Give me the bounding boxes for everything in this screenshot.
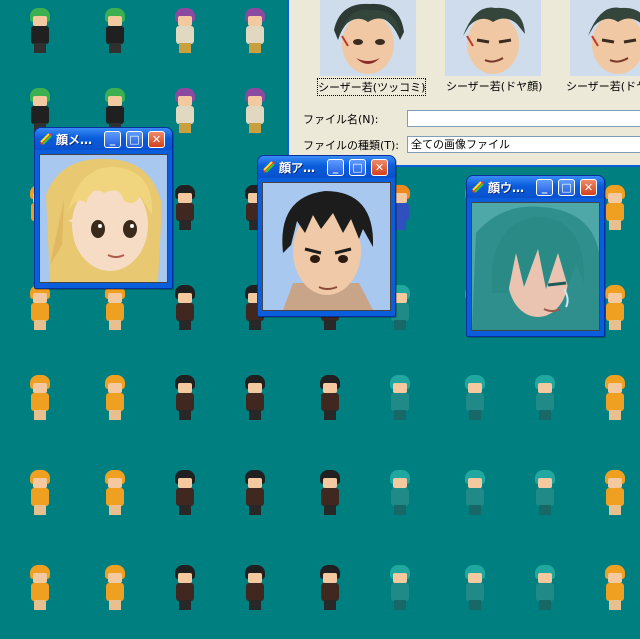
close-button[interactable]: ✕ — [148, 131, 165, 148]
character-sprite — [171, 8, 199, 54]
maximize-button[interactable]: □ — [349, 159, 366, 176]
dark-hair-man-face-image — [263, 183, 390, 310]
filename-label: ファイル名(N): — [303, 113, 379, 126]
character-sprite — [241, 88, 269, 134]
thumbnail-label-1[interactable]: シーザー若(ツッコミ) — [317, 78, 427, 96]
character-sprite — [531, 375, 559, 421]
character-sprite — [461, 375, 489, 421]
face-thumbnail-image — [570, 0, 640, 76]
titlebar[interactable]: 顔ア… _ □ ✕ — [258, 156, 395, 178]
character-sprite — [241, 375, 269, 421]
character-sprite — [101, 565, 129, 611]
blonde-girl-face-image — [40, 155, 167, 282]
window-title: 顔ウ… — [488, 181, 525, 195]
character-sprite — [26, 565, 54, 611]
filename-input[interactable] — [407, 110, 640, 127]
thumbnail-1[interactable] — [320, 0, 416, 76]
face-portrait — [471, 202, 600, 331]
paint-palette-icon — [39, 132, 53, 146]
close-button[interactable]: ✕ — [580, 179, 597, 196]
character-sprite — [386, 375, 414, 421]
face-thumbnail-image — [320, 0, 416, 76]
character-sprite — [26, 375, 54, 421]
minimize-button[interactable]: _ — [104, 131, 121, 148]
character-sprite — [601, 375, 629, 421]
face-window-teal-hair: 顔ウ… _ □ ✕ — [466, 175, 605, 337]
character-sprite — [386, 565, 414, 611]
thumbnail-label-2[interactable]: シーザー若(ドヤ顔) — [446, 78, 542, 94]
character-sprite — [601, 470, 629, 516]
character-sprite — [461, 470, 489, 516]
file-open-dialog: シーザー若(ツッコミ) シーザー若(ドヤ顔) シーザー若(ドヤ ファイル名(N)… — [287, 0, 640, 167]
character-sprite — [316, 375, 344, 421]
character-sprite — [26, 470, 54, 516]
window-title: 顔メ… — [56, 133, 93, 147]
character-sprite — [316, 470, 344, 516]
character-sprite — [101, 285, 129, 331]
character-sprite — [461, 565, 489, 611]
minimize-button[interactable]: _ — [536, 179, 553, 196]
face-portrait — [39, 154, 168, 283]
character-sprite — [171, 565, 199, 611]
character-sprite — [26, 285, 54, 331]
paint-palette-icon — [471, 180, 485, 194]
character-sprite — [26, 8, 54, 54]
close-button[interactable]: ✕ — [371, 159, 388, 176]
titlebar[interactable]: 顔メ… _ □ ✕ — [35, 128, 172, 150]
character-sprite — [531, 565, 559, 611]
face-thumbnail-image — [445, 0, 541, 76]
character-sprite — [171, 88, 199, 134]
minimize-button[interactable]: _ — [327, 159, 344, 176]
paint-palette-icon — [262, 160, 276, 174]
character-sprite — [171, 185, 199, 231]
thumbnail-3[interactable] — [570, 0, 640, 76]
titlebar[interactable]: 顔ウ… _ □ ✕ — [467, 176, 604, 198]
window-title: 顔ア… — [279, 161, 316, 175]
filetype-label: ファイルの種類(T): — [303, 139, 400, 152]
face-window-dark-hair: 顔ア… _ □ ✕ — [257, 155, 396, 317]
thumbnail-2[interactable] — [445, 0, 541, 76]
thumbnail-label-3[interactable]: シーザー若(ドヤ — [566, 78, 640, 94]
character-sprite — [386, 470, 414, 516]
character-sprite — [241, 8, 269, 54]
character-sprite — [101, 375, 129, 421]
character-sprite — [171, 470, 199, 516]
filetype-select[interactable]: 全ての画像ファイル — [407, 136, 640, 153]
character-sprite — [171, 285, 199, 331]
character-sprite — [101, 470, 129, 516]
character-sprite — [601, 185, 629, 231]
character-sprite — [316, 565, 344, 611]
character-sprite — [531, 470, 559, 516]
character-sprite — [241, 565, 269, 611]
character-sprite — [241, 470, 269, 516]
face-window-blonde: 顔メ… _ □ ✕ — [34, 127, 173, 289]
face-portrait — [262, 182, 391, 311]
maximize-button[interactable]: □ — [558, 179, 575, 196]
maximize-button[interactable]: □ — [126, 131, 143, 148]
character-sprite — [601, 285, 629, 331]
character-sprite — [101, 8, 129, 54]
character-sprite — [171, 375, 199, 421]
teal-hair-face-image — [472, 203, 599, 330]
character-sprite — [601, 565, 629, 611]
